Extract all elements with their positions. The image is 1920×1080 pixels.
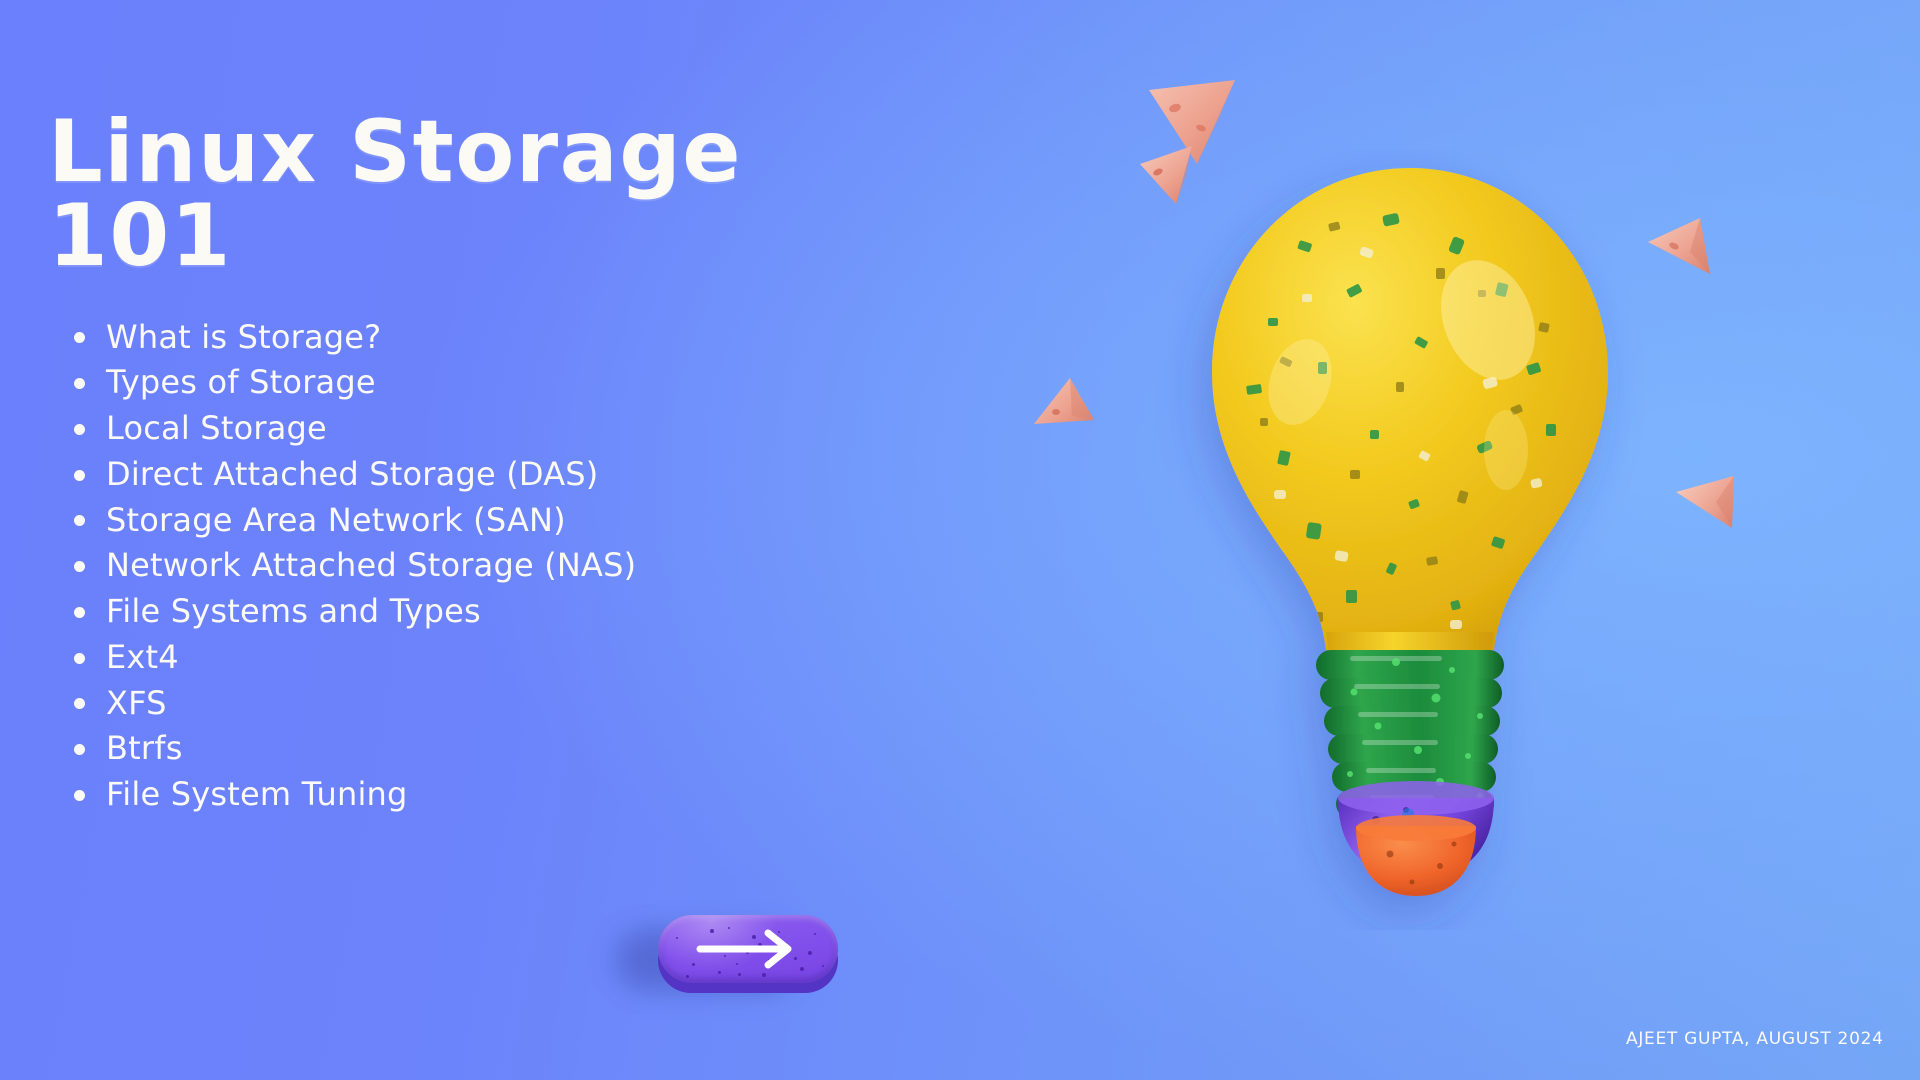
agenda-item-label: Types of Storage: [106, 363, 376, 402]
pink-cone-icon-5: [1672, 466, 1760, 538]
agenda-item-label: What is Storage?: [106, 317, 382, 356]
agenda-item: Local Storage: [48, 406, 868, 452]
agenda-list: What is Storage? Types of Storage Local St…: [48, 315, 868, 818]
bullet-dot-icon: [74, 515, 85, 527]
bullet-dot-icon: [74, 561, 85, 573]
bullet-dot-icon: [74, 423, 85, 435]
bullet-dot-icon: [74, 332, 85, 344]
agenda-item-label: Direct Attached Storage (DAS): [106, 454, 599, 493]
author-credit: Ajeet Gupta, August 2024: [1626, 1028, 1884, 1049]
agenda-item: Ext4: [48, 635, 868, 681]
bullet-dot-icon: [74, 744, 85, 756]
page-title: Linux Storage 101: [48, 102, 743, 287]
agenda-item-label: Ext4: [106, 637, 179, 676]
bullet-dot-icon: [74, 698, 85, 710]
agenda-item-label: XFS: [106, 683, 167, 722]
bullet-dot-icon: [74, 789, 85, 801]
agenda-item: What is Storage?: [48, 315, 868, 361]
agenda-item-label: Local Storage: [106, 409, 327, 448]
agenda-item: XFS: [48, 681, 868, 727]
pink-cone-icon-3: [1028, 372, 1106, 446]
agenda-item-label: Btrfs: [106, 729, 183, 768]
agenda-item: Network Attached Storage (NAS): [48, 543, 868, 589]
arrow-right-icon: [658, 915, 838, 983]
agenda-item: Direct Attached Storage (DAS): [48, 452, 868, 498]
agenda-item: Btrfs: [48, 726, 868, 772]
agenda-item-label: File System Tuning: [106, 775, 408, 814]
agenda-item: File System Tuning: [48, 772, 868, 818]
bullet-dot-icon: [74, 469, 85, 481]
bullet-dot-icon: [74, 378, 85, 390]
agenda-item: Storage Area Network (SAN): [48, 498, 868, 544]
agenda-item-label: Network Attached Storage (NAS): [106, 546, 637, 585]
light-bulb-illustration: [1150, 150, 1670, 930]
agenda-item-label: Storage Area Network (SAN): [106, 500, 566, 539]
agenda-item-label: File Systems and Types: [106, 592, 481, 631]
agenda-item: Types of Storage: [48, 360, 868, 406]
slide-content: Linux Storage 101 What is Storage? Types …: [48, 102, 868, 818]
next-slide-button[interactable]: [616, 915, 838, 993]
agenda-item: File Systems and Types: [48, 589, 868, 635]
bullet-dot-icon: [74, 652, 85, 664]
bullet-dot-icon: [74, 606, 85, 618]
